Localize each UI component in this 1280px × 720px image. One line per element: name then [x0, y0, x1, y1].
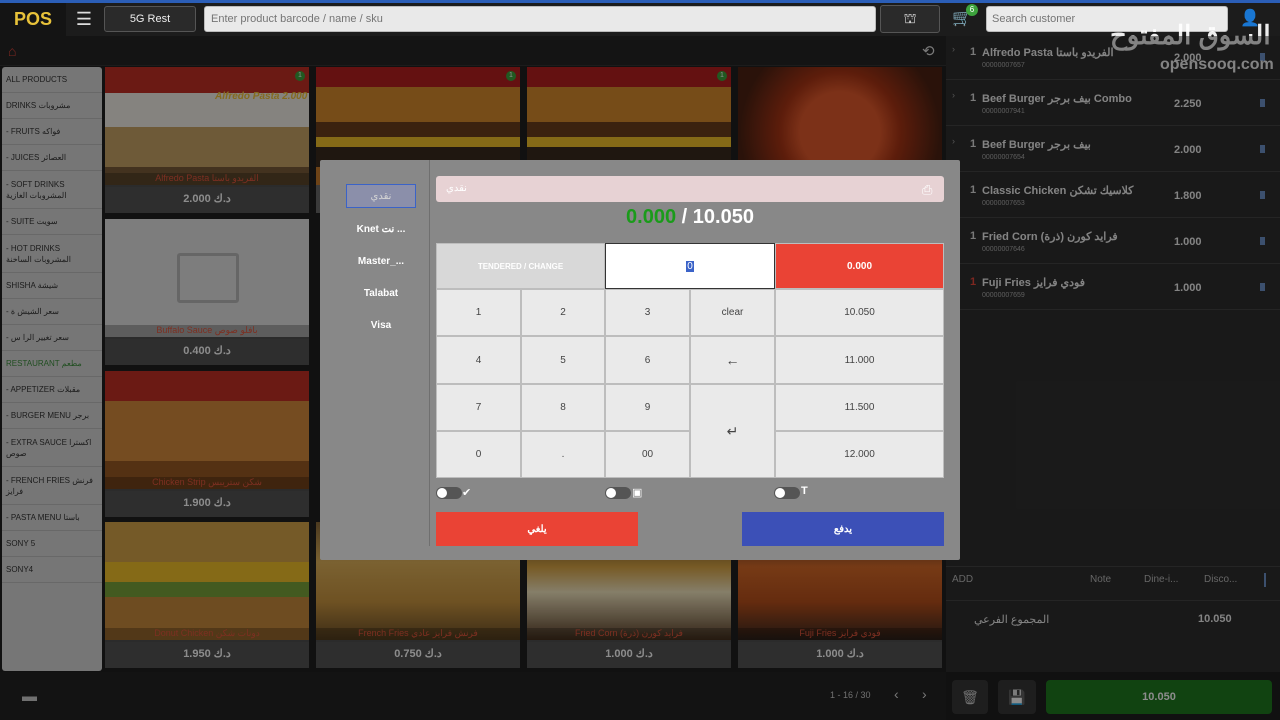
- app-logo: POS: [0, 3, 66, 36]
- cart-count-badge: 6: [966, 4, 978, 16]
- keypad-key-6[interactable]: 6: [605, 336, 690, 384]
- tendered-input[interactable]: 0: [605, 243, 775, 289]
- quick-amount-button[interactable]: 11.000: [775, 336, 944, 384]
- payment-method-visa[interactable]: Visa: [346, 313, 416, 337]
- menu-button[interactable]: ☰: [66, 3, 102, 36]
- gift-icon: ▣: [632, 487, 643, 499]
- cancel-button[interactable]: يلغي: [436, 512, 638, 546]
- keypad-key-7[interactable]: 7: [436, 384, 521, 431]
- keypad-clear[interactable]: clear: [690, 289, 775, 336]
- table-select-button[interactable]: ⛫: [880, 5, 940, 33]
- pay-button[interactable]: يدفع: [742, 512, 944, 546]
- quick-amount-button[interactable]: 12.000: [775, 431, 944, 478]
- product-search-input[interactable]: [204, 6, 876, 32]
- keypad-enter[interactable]: ↵: [690, 384, 775, 478]
- paid-amount: 0.000: [626, 206, 677, 228]
- quick-amount-button[interactable]: 10.050: [775, 289, 944, 336]
- backspace-arrow-icon: ←: [725, 352, 740, 368]
- hamburger-icon: ☰: [75, 9, 93, 29]
- keypad-key-4[interactable]: 4: [436, 336, 521, 384]
- keypad-key-3[interactable]: 3: [605, 289, 690, 336]
- keypad-key-9[interactable]: 9: [605, 384, 690, 431]
- keypad-key-2[interactable]: 2: [521, 289, 605, 336]
- payment-method-master[interactable]: Master_...: [346, 249, 416, 273]
- keypad-key-0[interactable]: 0: [436, 431, 521, 478]
- text-toggle[interactable]: [774, 487, 800, 499]
- keypad-key-dot[interactable]: .: [521, 431, 605, 478]
- keypad-key-1[interactable]: 1: [436, 289, 521, 336]
- print-icon[interactable]: ⎙: [922, 182, 932, 198]
- verify-toggle[interactable]: [436, 487, 462, 499]
- enter-icon: ↵: [726, 422, 739, 439]
- text-t-icon: T: [801, 485, 808, 497]
- payment-method-cash[interactable]: نقدي: [346, 184, 416, 208]
- payment-method-talabat[interactable]: Talabat: [346, 281, 416, 305]
- tendered-input-value: 0: [686, 260, 694, 272]
- keypad-key-00[interactable]: 00: [605, 431, 690, 478]
- keypad-key-5[interactable]: 5: [521, 336, 605, 384]
- payment-amounts: 0.000 / 10.050: [436, 206, 944, 234]
- table-icon: ⛫: [903, 9, 917, 26]
- amount-separator: /: [681, 206, 688, 228]
- change-amount: 0.000: [775, 243, 944, 289]
- keypad-key-8[interactable]: 8: [521, 384, 605, 431]
- payment-method-knet[interactable]: Knet نت ...: [346, 217, 416, 241]
- gift-toggle[interactable]: [605, 487, 631, 499]
- total-amount: 10.050: [692, 206, 754, 228]
- selected-method-bar: نقدي: [436, 176, 944, 202]
- quick-amount-button[interactable]: 11.500: [775, 384, 944, 431]
- shield-check-icon: ✔: [462, 487, 472, 499]
- tendered-change-label: TENDERED / CHANGE: [436, 243, 605, 289]
- branch-selector-button[interactable]: 5G Rest: [104, 6, 196, 32]
- keypad-backspace[interactable]: ←: [690, 336, 775, 384]
